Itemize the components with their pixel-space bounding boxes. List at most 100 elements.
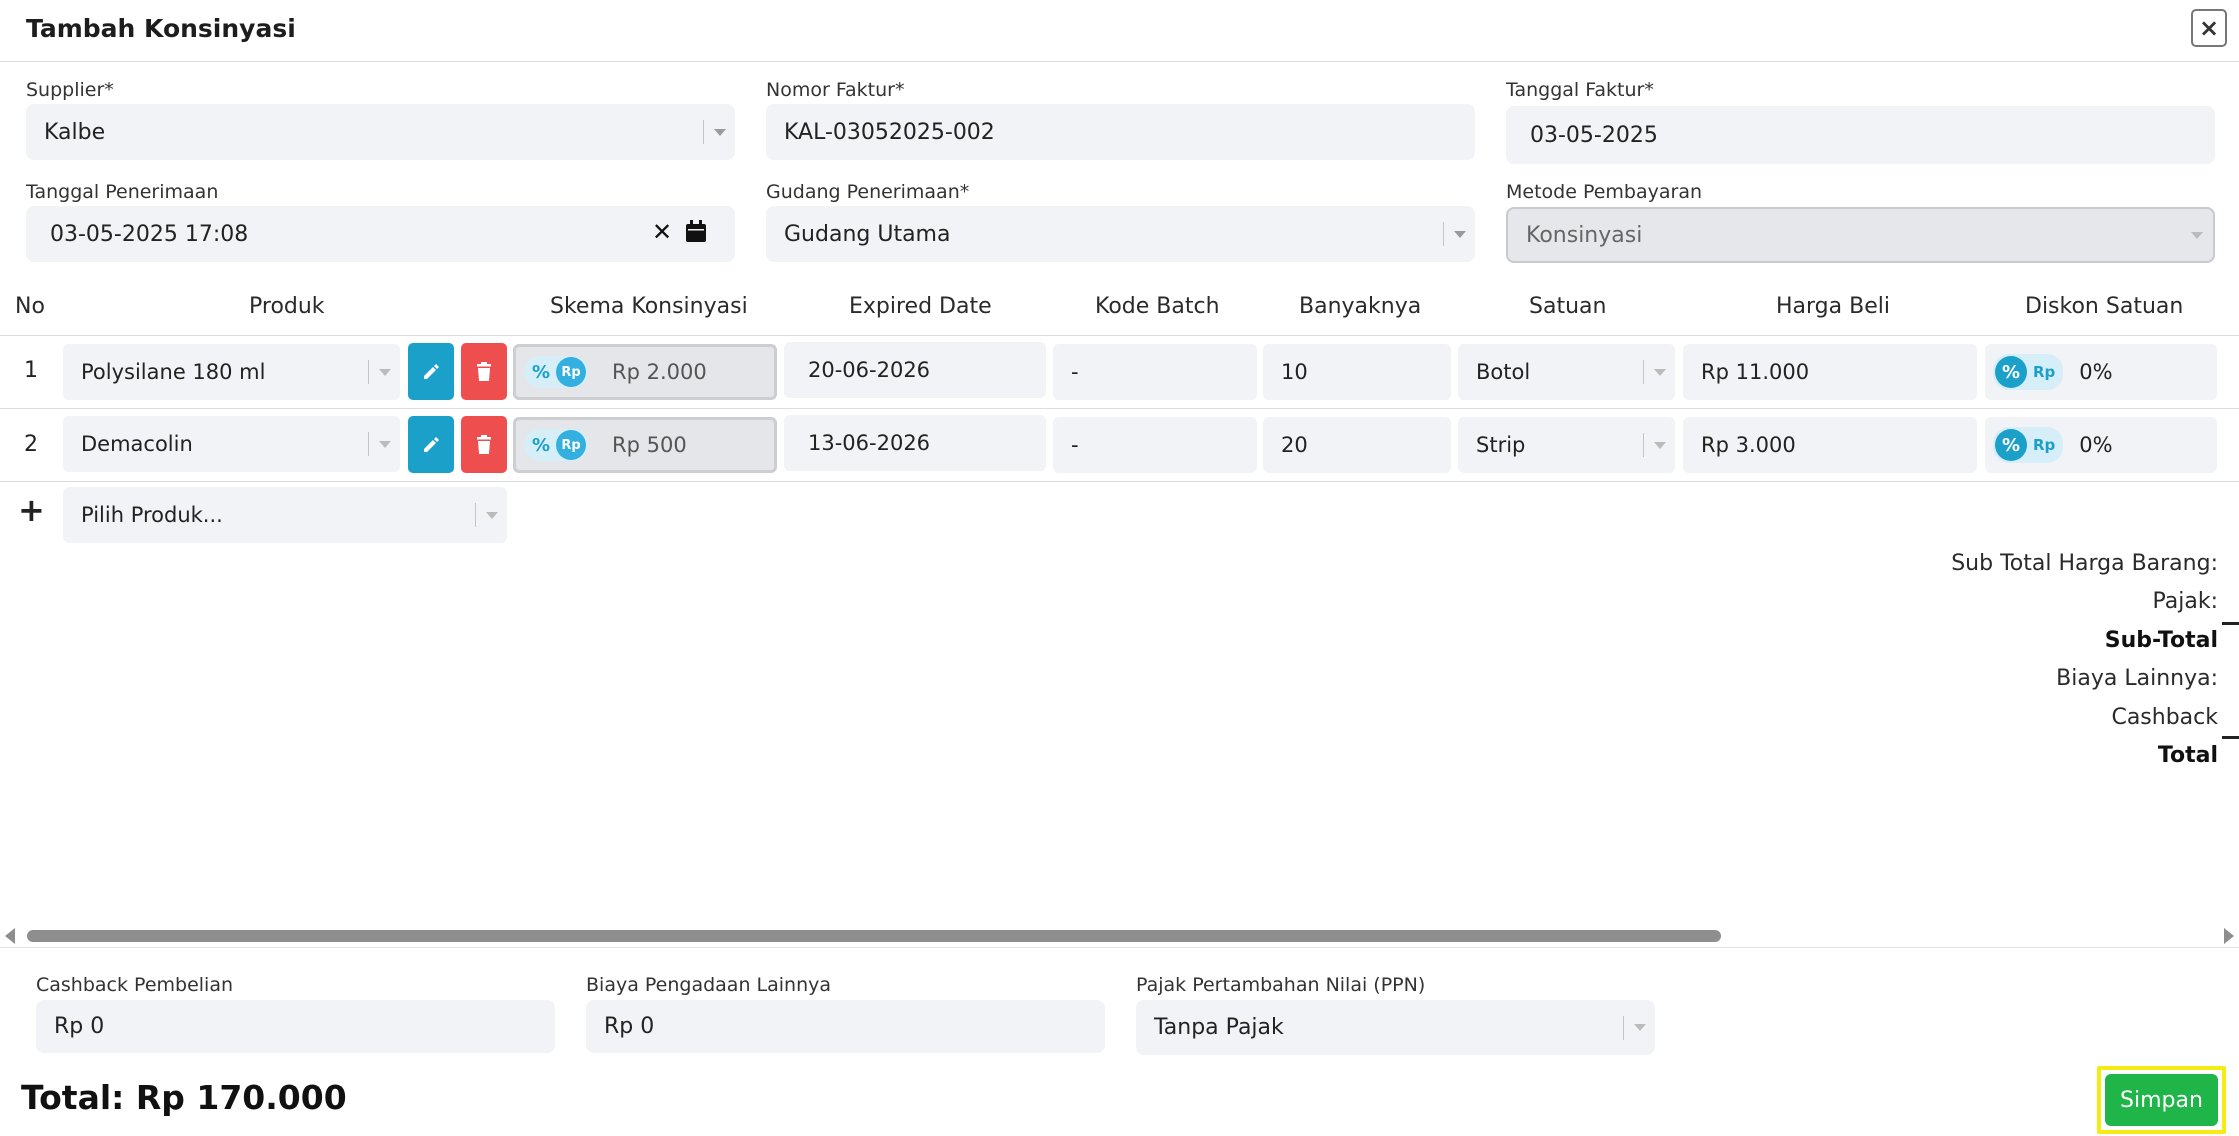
metode-pembayaran-value: Konsinyasi	[1526, 222, 1643, 248]
chevron-down-icon	[1643, 360, 1675, 384]
qty-value: 20	[1281, 433, 1308, 457]
chevron-down-icon	[475, 503, 507, 527]
harga-beli-input[interactable]: Rp 3.000	[1683, 417, 1977, 473]
qty-value: 10	[1281, 360, 1308, 384]
grand-total: Total: Rp 170.000	[21, 1078, 347, 1117]
chevron-down-icon	[1443, 222, 1475, 246]
total-label: Total	[2157, 743, 2218, 768]
summary-divider	[2222, 736, 2239, 739]
skema-konsinyasi-input[interactable]: % Rp Rp 500	[513, 417, 777, 473]
satuan-select[interactable]: Botol	[1458, 344, 1675, 400]
scroll-left-icon[interactable]	[5, 928, 15, 944]
close-button[interactable]: ×	[2191, 9, 2227, 47]
skema-value: Rp 2.000	[612, 360, 707, 384]
th-satuan: Satuan	[1529, 294, 1607, 319]
clear-icon[interactable]: ✕	[652, 218, 672, 246]
tanggal-penerimaan-label: Tanggal Penerimaan	[26, 181, 219, 203]
quantity-input[interactable]: 20	[1263, 417, 1451, 473]
diskon-value: 0%	[2079, 360, 2113, 384]
skema-toggle[interactable]: % Rp	[524, 429, 589, 461]
summary-divider	[2222, 622, 2239, 625]
add-icon[interactable]: +	[18, 494, 45, 526]
biaya-pengadaan-label: Biaya Pengadaan Lainnya	[586, 974, 832, 996]
supplier-select[interactable]: Kalbe	[26, 104, 735, 160]
skema-value: Rp 500	[612, 433, 687, 457]
batch-value: -	[1071, 360, 1079, 384]
skema-toggle[interactable]: % Rp	[524, 356, 589, 388]
scroll-right-icon[interactable]	[2224, 928, 2234, 944]
nomor-faktur-value: KAL-03052025-002	[784, 119, 995, 145]
satuan-value: Botol	[1476, 360, 1531, 384]
th-expired: Expired Date	[849, 294, 992, 319]
supplier-label: Supplier*	[26, 79, 114, 101]
harga-beli-input[interactable]: Rp 11.000	[1683, 344, 1977, 400]
edit-button[interactable]	[408, 416, 454, 473]
scrollbar-thumb[interactable]	[27, 930, 1721, 942]
tanggal-faktur-value: 03-05-2025	[1530, 122, 1658, 148]
th-skema: Skema Konsinyasi	[550, 294, 748, 319]
kode-batch-input[interactable]: -	[1053, 344, 1257, 400]
nomor-faktur-input[interactable]: KAL-03052025-002	[766, 104, 1475, 160]
diskon-satuan-input[interactable]: % Rp 0%	[1985, 344, 2217, 400]
skema-konsinyasi-input[interactable]: % Rp Rp 2.000	[513, 344, 777, 400]
cashback-pembelian-value: Rp 0	[54, 1014, 105, 1039]
delete-button[interactable]	[461, 343, 507, 400]
delete-button[interactable]	[461, 416, 507, 473]
row-divider	[0, 408, 2239, 409]
tanggal-penerimaan-input[interactable]: 03-05-2025 17:08 ✕	[26, 206, 735, 262]
cashback-pembelian-label: Cashback Pembelian	[36, 974, 234, 996]
chevron-down-icon	[368, 360, 400, 384]
chevron-down-icon	[1643, 433, 1675, 457]
row-divider	[0, 481, 2239, 482]
pencil-icon	[424, 436, 439, 452]
chevron-down-icon	[2181, 223, 2213, 247]
edit-button[interactable]	[408, 343, 454, 400]
cashback-pembelian-input[interactable]: Rp 0	[36, 1000, 555, 1053]
product-select[interactable]: Polysilane 180 ml	[63, 344, 400, 400]
tanggal-faktur-label: Tanggal Faktur*	[1506, 79, 1654, 101]
expired-value: 13-06-2026	[808, 431, 931, 455]
satuan-select[interactable]: Strip	[1458, 417, 1675, 473]
sub-total-harga-label: Sub Total Harga Barang:	[1951, 551, 2218, 576]
expired-date-input[interactable]: 13-06-2026	[784, 415, 1046, 471]
kode-batch-input[interactable]: -	[1053, 417, 1257, 473]
diskon-toggle[interactable]: % Rp	[1993, 354, 2064, 390]
rupiah-icon: Rp	[2033, 363, 2056, 381]
expired-date-input[interactable]: 20-06-2026	[784, 342, 1046, 398]
percent-icon: %	[532, 434, 551, 456]
gudang-penerimaan-label: Gudang Penerimaan*	[766, 181, 970, 203]
ppn-value: Tanpa Pajak	[1154, 1015, 1284, 1040]
cashback-label: Cashback	[2111, 705, 2218, 730]
biaya-lainnya-label: Biaya Lainnya:	[2056, 666, 2218, 691]
supplier-value: Kalbe	[44, 119, 106, 145]
add-product-select[interactable]: Pilih Produk...	[63, 487, 507, 543]
chevron-down-icon	[1623, 1015, 1655, 1040]
biaya-pengadaan-value: Rp 0	[604, 1014, 655, 1039]
table-divider	[0, 335, 2239, 336]
th-diskon-satuan: Diskon Satuan	[2025, 294, 2184, 319]
row-number: 1	[24, 358, 38, 383]
trash-icon	[477, 361, 491, 381]
metode-pembayaran-label: Metode Pembayaran	[1506, 181, 1703, 203]
add-product-placeholder: Pilih Produk...	[81, 503, 223, 527]
biaya-pengadaan-input[interactable]: Rp 0	[586, 1000, 1105, 1053]
percent-icon: %	[1995, 356, 2027, 388]
tanggal-faktur-input[interactable]: 03-05-2025	[1506, 106, 2215, 164]
diskon-toggle[interactable]: % Rp	[1993, 427, 2064, 463]
th-no: No	[15, 294, 45, 319]
pencil-icon	[424, 363, 439, 379]
save-button[interactable]: Simpan	[2105, 1074, 2218, 1126]
gudang-penerimaan-select[interactable]: Gudang Utama	[766, 206, 1475, 262]
calendar-icon[interactable]	[686, 220, 706, 248]
row-number: 2	[24, 432, 38, 457]
diskon-value: 0%	[2079, 433, 2113, 457]
th-harga-beli: Harga Beli	[1776, 294, 1890, 319]
product-select[interactable]: Demacolin	[63, 416, 400, 472]
ppn-select[interactable]: Tanpa Pajak	[1136, 1000, 1655, 1055]
diskon-satuan-input[interactable]: % Rp 0%	[1985, 417, 2217, 473]
th-batch: Kode Batch	[1095, 294, 1220, 319]
percent-icon: %	[532, 361, 551, 383]
chevron-down-icon	[368, 432, 400, 456]
footer-divider	[0, 947, 2239, 948]
quantity-input[interactable]: 10	[1263, 344, 1451, 400]
